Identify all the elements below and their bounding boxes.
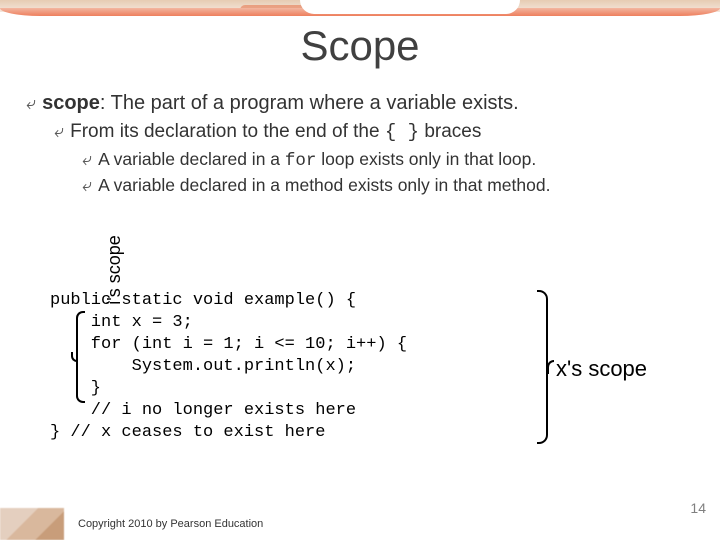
bullet-level3: ⤶ A variable declared in a for loop exist… [82, 149, 694, 171]
bullet-level3: ⤶ A variable declared in a method exists … [82, 175, 694, 196]
b3b: loop exists only in that loop. [316, 149, 536, 169]
label-i-scope: i's scope [104, 230, 125, 310]
copyright-text: Copyright 2010 by Pearson Education [78, 518, 263, 530]
b3a: A variable declared in a [98, 149, 285, 169]
brace-i-scope [76, 311, 90, 403]
b4: A variable declared in a method exists o… [98, 175, 550, 195]
bullet-level2: ⤶From its declaration to the end of the … [54, 121, 694, 143]
slide: Scope ⤶ scope: The part of a program wher… [0, 0, 720, 540]
b2a: From its declaration to the end of the [70, 121, 385, 142]
decorative-corner [0, 508, 64, 540]
bullet-icon: ⤶ [82, 149, 92, 169]
b1-rest: : The part of a program where a variable… [100, 92, 519, 114]
label-x-scope: x's scope [556, 356, 647, 382]
bullet-icon: ⤶ [54, 121, 64, 141]
bullet-icon: ⤶ [82, 175, 92, 195]
b2-code: { } [385, 121, 419, 143]
slide-title: Scope [0, 22, 720, 70]
code-example: public static void example() { int x = 3… [50, 290, 407, 444]
bullet-level1: ⤶ scope: The part of a program where a va… [26, 92, 694, 115]
term-scope: scope [42, 92, 100, 114]
body-text: ⤶ scope: The part of a program where a va… [26, 92, 694, 200]
b3-code: for [285, 151, 317, 171]
page-number: 14 [690, 500, 706, 516]
brace-x-scope [530, 290, 548, 444]
bullet-icon: ⤶ [26, 93, 36, 113]
b2b: braces [419, 121, 481, 142]
